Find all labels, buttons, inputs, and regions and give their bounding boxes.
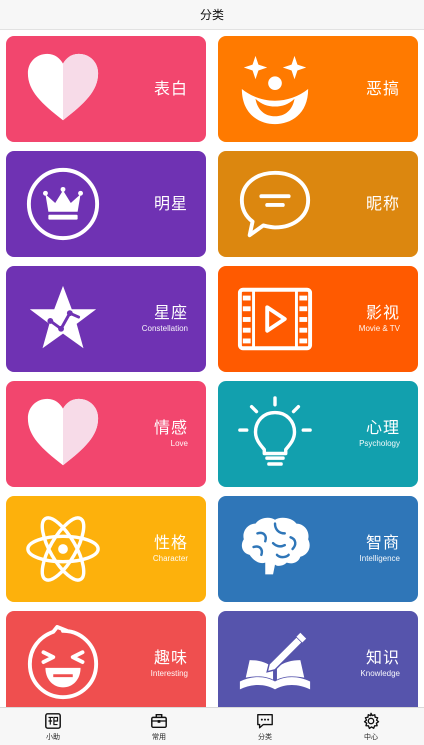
category-subtitle: Interesting — [150, 669, 188, 678]
category-card-quwei[interactable]: 趣味 Interesting — [6, 611, 206, 707]
tab-common[interactable]: 常用 — [106, 708, 212, 745]
category-grid: 表白 恶搞 明星 昵称 星座 Constellation 影视 Movie & … — [0, 30, 424, 707]
clown-face-icon — [236, 50, 314, 128]
chat-list-icon — [257, 713, 273, 728]
tab-label: 小助 — [46, 732, 60, 741]
tab-label: 中心 — [364, 732, 378, 741]
category-title: 智商 — [365, 533, 400, 552]
laughing-face-icon — [24, 625, 102, 703]
category-card-zhishi[interactable]: 知识 Knowledge — [218, 611, 418, 707]
category-subtitle: Intelligence — [359, 554, 400, 563]
category-card-xingzuo[interactable]: 星座 Constellation — [6, 266, 206, 372]
category-subtitle: Knowledge — [360, 669, 400, 678]
category-title: 趣味 — [153, 648, 188, 667]
crown-icon — [24, 165, 102, 243]
category-card-yingshi[interactable]: 影视 Movie & TV — [218, 266, 418, 372]
gear-icon — [363, 712, 380, 729]
heart-icon — [24, 50, 102, 128]
tab-label: 常用 — [152, 732, 166, 741]
category-title: 心理 — [365, 418, 400, 437]
tab-center[interactable]: 中心 — [318, 708, 424, 745]
category-card-egao[interactable]: 恶搞 — [218, 36, 418, 142]
category-title: 情感 — [153, 418, 188, 437]
category-card-mingxing[interactable]: 明星 — [6, 151, 206, 257]
category-subtitle: Psychology — [359, 439, 400, 448]
page-title: 分类 — [199, 8, 224, 22]
tab-bar: 小助 常用 分类 中心 — [0, 707, 424, 745]
category-title: 星座 — [153, 303, 188, 322]
navigation-bar: 分类 — [0, 0, 424, 30]
category-title: 明星 — [153, 194, 188, 213]
category-title: 表白 — [153, 79, 188, 98]
tab-helper[interactable]: 小助 — [0, 708, 106, 745]
category-card-xingge[interactable]: 性格 Character — [6, 496, 206, 602]
category-title: 恶搞 — [365, 79, 400, 98]
category-subtitle: Love — [170, 439, 188, 448]
toolbox-icon — [151, 713, 167, 728]
category-subtitle: Character — [152, 554, 188, 563]
category-title: 知识 — [365, 648, 400, 667]
category-subtitle: Constellation — [141, 324, 188, 333]
category-card-biaobai[interactable]: 表白 — [6, 36, 206, 142]
category-title: 影视 — [365, 303, 400, 322]
lightbulb-icon — [236, 395, 314, 473]
category-title: 性格 — [153, 533, 188, 552]
tab-category[interactable]: 分类 — [212, 708, 318, 745]
book-pen-icon — [236, 625, 314, 703]
category-subtitle: Movie & TV — [358, 324, 400, 333]
heart-icon — [24, 395, 102, 473]
brain-icon — [236, 510, 314, 588]
atom-icon — [24, 510, 102, 588]
category-card-xinli[interactable]: 心理 Psychology — [218, 381, 418, 487]
category-card-zhishang[interactable]: 智商 Intelligence — [218, 496, 418, 602]
tab-label: 分类 — [258, 732, 272, 741]
category-title: 昵称 — [365, 194, 400, 213]
category-card-nicheng[interactable]: 昵称 — [218, 151, 418, 257]
category-card-qinggan[interactable]: 情感 Love — [6, 381, 206, 487]
star-constellation-icon — [24, 280, 102, 358]
speech-bubble-icon — [236, 165, 314, 243]
helper-icon — [45, 712, 61, 729]
film-play-icon — [236, 280, 314, 358]
